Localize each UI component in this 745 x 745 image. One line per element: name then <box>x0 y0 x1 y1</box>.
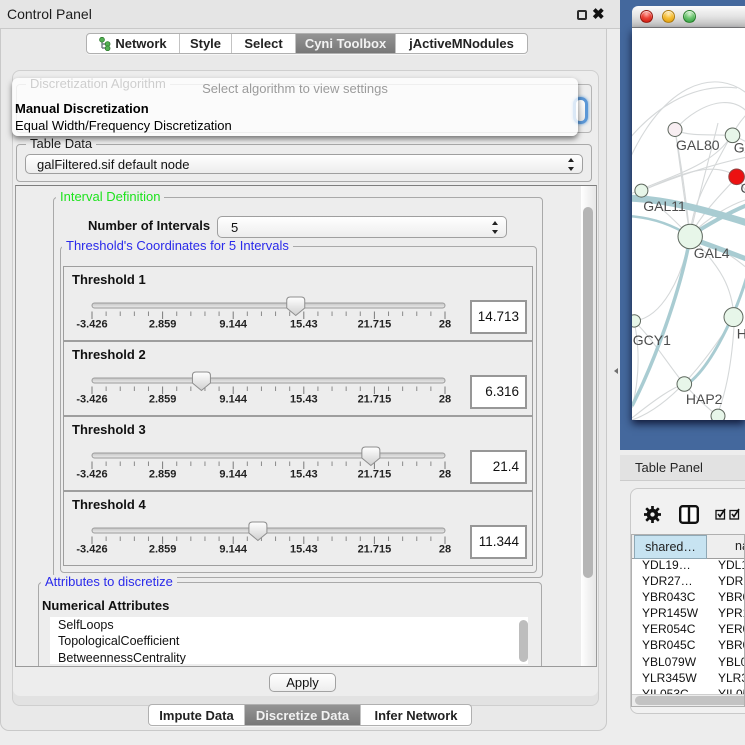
svg-text:21.715: 21.715 <box>358 319 392 331</box>
svg-text:9.144: 9.144 <box>219 469 247 481</box>
svg-text:28: 28 <box>439 394 451 406</box>
svg-text:-3.426: -3.426 <box>76 319 107 331</box>
svg-text:2.859: 2.859 <box>149 544 177 556</box>
svg-text:GAL11: GAL11 <box>643 198 686 214</box>
svg-text:-3.426: -3.426 <box>76 394 107 406</box>
svg-text:21.715: 21.715 <box>358 544 392 556</box>
svg-text:GAL80: GAL80 <box>676 137 720 153</box>
svg-text:28: 28 <box>439 319 451 331</box>
svg-text:GA: GA <box>734 139 745 155</box>
svg-text:2.859: 2.859 <box>149 469 177 481</box>
svg-text:15.43: 15.43 <box>290 544 318 556</box>
svg-text:2.859: 2.859 <box>149 319 177 331</box>
svg-text:21.715: 21.715 <box>358 394 392 406</box>
svg-text:-3.426: -3.426 <box>76 469 107 481</box>
svg-text:28: 28 <box>439 544 451 556</box>
svg-text:15.43: 15.43 <box>290 319 318 331</box>
svg-text:HAP2: HAP2 <box>686 391 723 407</box>
svg-text:15.43: 15.43 <box>290 469 318 481</box>
svg-text:GCY1: GCY1 <box>633 332 671 348</box>
svg-text:-3.426: -3.426 <box>76 544 107 556</box>
svg-text:CY: CY <box>740 180 745 196</box>
svg-text:21.715: 21.715 <box>358 469 392 481</box>
svg-text:28: 28 <box>439 469 451 481</box>
svg-text:9.144: 9.144 <box>219 544 247 556</box>
svg-text:9.144: 9.144 <box>219 394 247 406</box>
svg-text:H: H <box>737 326 745 342</box>
svg-text:9.144: 9.144 <box>219 319 247 331</box>
svg-text:15.43: 15.43 <box>290 394 318 406</box>
svg-text:GAL4: GAL4 <box>694 245 730 261</box>
svg-text:2.859: 2.859 <box>149 394 177 406</box>
